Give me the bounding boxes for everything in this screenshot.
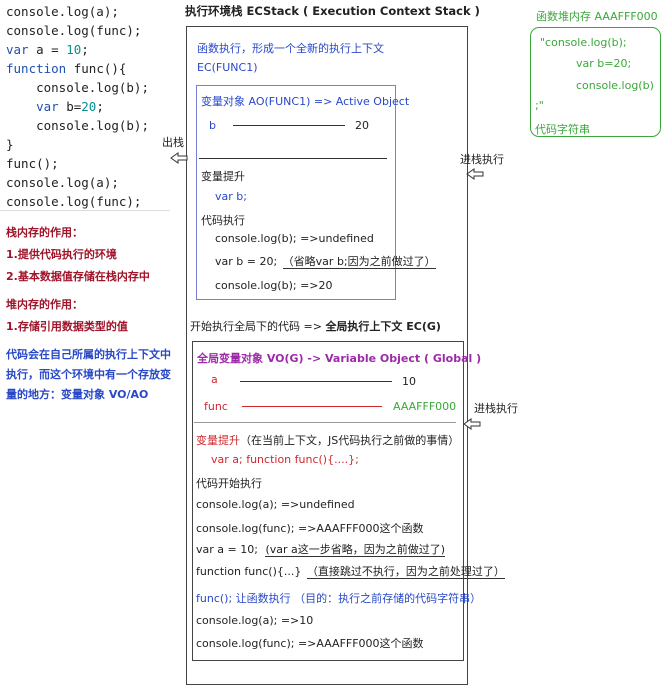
left-arrow-icon <box>463 418 481 430</box>
global-exec-line1: console.log(a); =>undefined <box>196 498 355 511</box>
context-note-3: 量的地方：变量对象 VO/AO <box>6 388 149 401</box>
func-exec-line3: console.log(b); =>20 <box>215 279 333 292</box>
vo-var-func: func <box>204 400 228 413</box>
global-hoist-title: 变量提升 <box>196 434 240 447</box>
heap-title: 函数堆内存 AAAFFF000 <box>536 10 658 23</box>
code-line: console.log(a); <box>6 175 119 190</box>
func-exec-line2-note: （省略var b;因为之前做过了） <box>282 255 436 269</box>
ao-val-b: 20 <box>355 119 369 132</box>
code-line: console.log(b); <box>6 80 149 95</box>
global-ctx-header-name: 全局执行上下文 EC(G) <box>325 320 441 333</box>
stack-note-title: 栈内存的作用： <box>6 226 83 239</box>
context-note-2: 执行，而这个环境中有一个存放变 <box>6 368 171 381</box>
global-exec-line5: func(); 让函数执行 （目的：执行之前存储的代码字符串） <box>196 592 482 605</box>
heap-note-1: 1.存储引用数据类型的值 <box>6 320 128 333</box>
global-hoist: 变量提升（在当前上下文，JS代码执行之前做的事情） <box>196 432 459 448</box>
global-exec-line7: console.log(func); =>AAAFFF000这个函数 <box>196 637 424 650</box>
global-exec-line3-note: (var a这一步省略，因为之前做过了) <box>265 543 446 557</box>
global-ctx-divider <box>194 422 456 423</box>
global-exec-line3-code: var a = 10; <box>196 543 258 556</box>
code-line: console.log(func); <box>6 194 142 209</box>
func-exec-line2: var b = 20; （省略var b;因为之前做过了） <box>215 253 436 269</box>
vo-val-a: 10 <box>402 375 416 388</box>
global-ctx-header-prefix: 开始执行全局下的代码 => <box>190 320 322 333</box>
func-ctx-divider <box>199 158 387 159</box>
ecstack-title: 执行环境栈 ECStack ( Execution Context Stack … <box>185 4 480 18</box>
context-note-1: 代码会在自己所属的执行上下文中 <box>6 348 171 361</box>
global-exec-title: 代码开始执行 <box>196 477 262 490</box>
stack-note-2: 2.基本数据值存储在栈内存中 <box>6 270 150 283</box>
func-hoist-code: var b; <box>215 190 247 203</box>
global-exec-line2: console.log(func); =>AAAFFF000这个函数 <box>196 522 424 535</box>
code-line: console.log(b); <box>6 118 149 133</box>
enter-stack-label-func: 进栈执行 <box>460 153 504 166</box>
code-line: var a = 10; <box>6 42 89 57</box>
global-hoist-code: var a; function func(){....}; <box>211 453 359 466</box>
ao-var-b: b <box>209 119 216 132</box>
vo-val-func: AAAFFF000 <box>393 400 457 413</box>
code-line: console.log(func); <box>6 23 142 38</box>
code-line: var b=20; <box>36 99 104 114</box>
stack-note-1: 1.提供代码执行的环境 <box>6 248 117 261</box>
ao-title: 变量对象 AO(FUNC1) => Active Object <box>201 95 410 108</box>
heap-code-line4: ;" <box>535 99 544 112</box>
global-exec-line4-note: （直接跳过不执行，因为之前处理过了） <box>306 565 505 579</box>
heap-code-line1: "console.log(b); <box>540 36 627 49</box>
func-exec-line1: console.log(b); =>undefined <box>215 232 374 245</box>
func-exec-line2-code: var b = 20; <box>215 255 278 268</box>
ao-var-line <box>233 125 345 126</box>
vo-var-a: a <box>211 373 218 386</box>
heap-label: 代码字符串 <box>535 123 590 136</box>
global-exec-line6: console.log(a); =>10 <box>196 614 314 627</box>
code-line: func(); <box>6 156 59 171</box>
code-divider <box>0 210 170 211</box>
global-exec-line3: var a = 10; (var a这一步省略，因为之前做过了) <box>196 541 446 557</box>
func-exec-title: 代码执行 <box>201 214 245 227</box>
left-arrow-icon <box>466 168 484 180</box>
global-hoist-desc: （在当前上下文，JS代码执行之前做的事情） <box>240 434 460 447</box>
vo-title: 全局变量对象 VO(G) -> Variable Object ( Global… <box>197 352 482 365</box>
heap-code-line3: console.log(b) <box>576 79 654 92</box>
func-ctx-name: EC(FUNC1) <box>197 61 258 74</box>
vo-var-func-line <box>242 406 382 407</box>
global-exec-line4: function func(){...} （直接跳过不执行，因为之前处理过了） <box>196 563 505 579</box>
func-ctx-line1: 函数执行，形成一个全新的执行上下文 <box>197 42 384 55</box>
code-line: function func(){ <box>6 61 127 76</box>
left-arrow-icon <box>170 152 188 164</box>
code-line: console.log(a); <box>6 4 119 19</box>
heap-note-title: 堆内存的作用： <box>6 298 83 311</box>
global-exec-line4-code: function func(){...} <box>196 565 302 578</box>
heap-code-line2: var b=20; <box>576 57 632 70</box>
func-hoist-title: 变量提升 <box>201 170 245 183</box>
global-ctx-header: 开始执行全局下的代码 => 全局执行上下文 EC(G) <box>190 318 441 334</box>
enter-stack-label-global: 进栈执行 <box>474 402 518 415</box>
exit-stack-label: 出栈 <box>162 136 184 149</box>
code-line: } <box>6 137 14 152</box>
vo-var-a-line <box>240 381 392 382</box>
